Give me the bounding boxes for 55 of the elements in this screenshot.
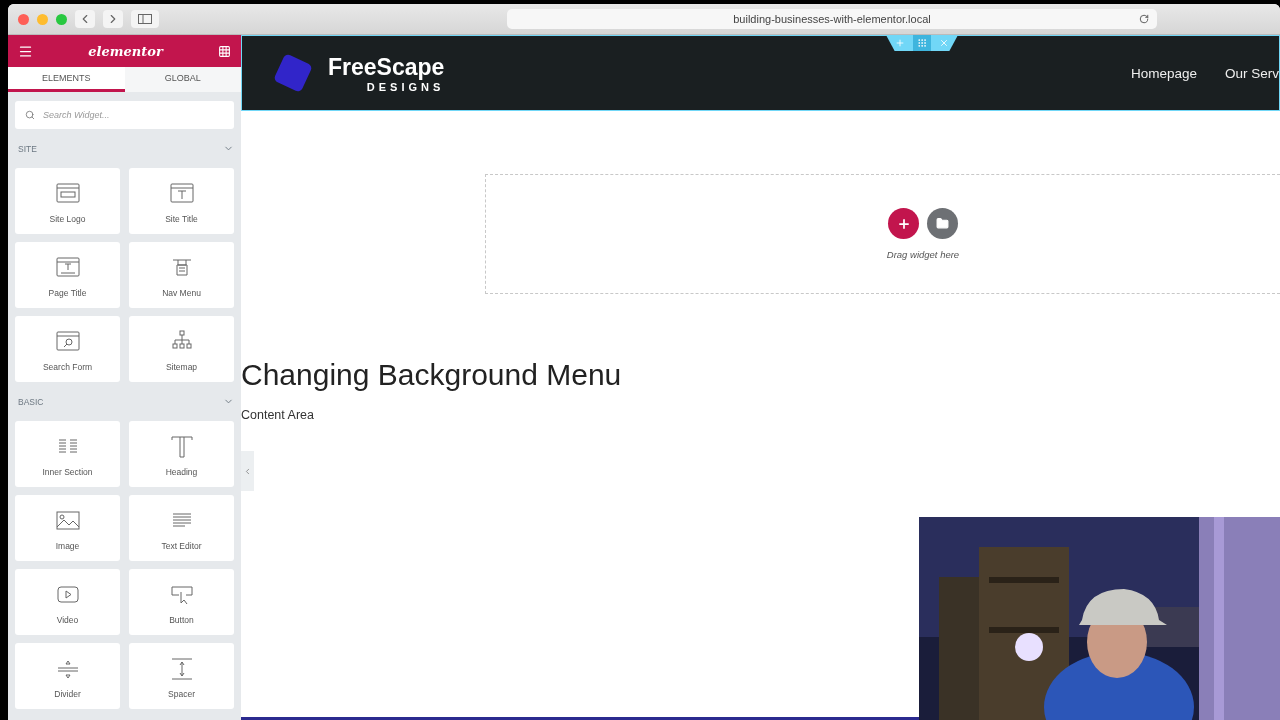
close-icon (939, 38, 949, 48)
category-title: BASIC (18, 396, 44, 407)
nav-link[interactable]: Homepage (1130, 65, 1197, 81)
widget-card[interactable]: Inner Section (15, 421, 120, 487)
address-bar[interactable]: building-businesses-with-elementor.local (507, 9, 1157, 29)
widget-card[interactable]: Page Title (15, 242, 120, 308)
chevron-left-icon (243, 466, 252, 476)
sidebar-toggle-button[interactable] (131, 10, 159, 28)
title-frame-icon (169, 182, 194, 206)
back-button[interactable] (75, 10, 95, 28)
category-header[interactable]: BASIC (18, 396, 234, 407)
search-icon (25, 110, 35, 120)
page-heading: Changing Background Menu (241, 358, 623, 392)
widget-card[interactable]: Text Editor (129, 495, 234, 561)
grip-icon (917, 38, 927, 48)
drag-handle-button[interactable] (913, 35, 931, 51)
apps-grid-icon[interactable] (218, 44, 231, 58)
menu-icon[interactable] (18, 43, 33, 59)
widget-card[interactable]: Heading (129, 421, 234, 487)
plus-icon (896, 216, 911, 231)
widget-card[interactable]: Divider (15, 643, 120, 709)
sidebar-icon (138, 14, 152, 24)
spacer-icon (169, 657, 194, 681)
logo-name: FreeScape (328, 53, 445, 81)
widget-card[interactable]: Button (129, 569, 234, 635)
category-header[interactable]: SITE (18, 143, 234, 154)
plus-icon (895, 38, 905, 48)
widget-card[interactable]: Site Title (129, 168, 234, 234)
folder-icon (936, 217, 949, 230)
template-library-button[interactable] (927, 208, 958, 239)
drop-hint: Drag widget here (886, 249, 960, 260)
widget-card[interactable]: Image (15, 495, 120, 561)
widget-card[interactable]: Sitemap (129, 316, 234, 382)
widget-card[interactable]: Video (15, 569, 120, 635)
reload-icon[interactable] (1139, 14, 1149, 24)
widget-card[interactable]: Site Logo (15, 168, 120, 234)
page-title-icon (55, 256, 80, 280)
add-widget-button[interactable] (888, 208, 919, 239)
category-title: SITE (18, 143, 37, 154)
widget-card[interactable]: Search Form (15, 316, 120, 382)
search-field[interactable]: Search Widget... (15, 101, 234, 129)
widget-card[interactable]: Nav Menu (129, 242, 234, 308)
panel-tab[interactable]: GLOBAL (124, 67, 241, 92)
widget-card[interactable]: Spacer (129, 643, 234, 709)
button-pointer-icon (169, 583, 194, 607)
nav-link[interactable]: Our Serv (1225, 65, 1279, 81)
close-window-button[interactable] (18, 13, 29, 25)
forward-button[interactable] (103, 10, 123, 28)
logo-tagline: DESIGNS (365, 80, 445, 93)
heading-icon (169, 435, 194, 459)
brand-logo: elementor (88, 43, 163, 59)
content-text: Content Area (241, 408, 315, 422)
search-frame-icon (55, 330, 80, 354)
image-icon (55, 509, 80, 533)
logo-frame-icon (55, 182, 80, 206)
